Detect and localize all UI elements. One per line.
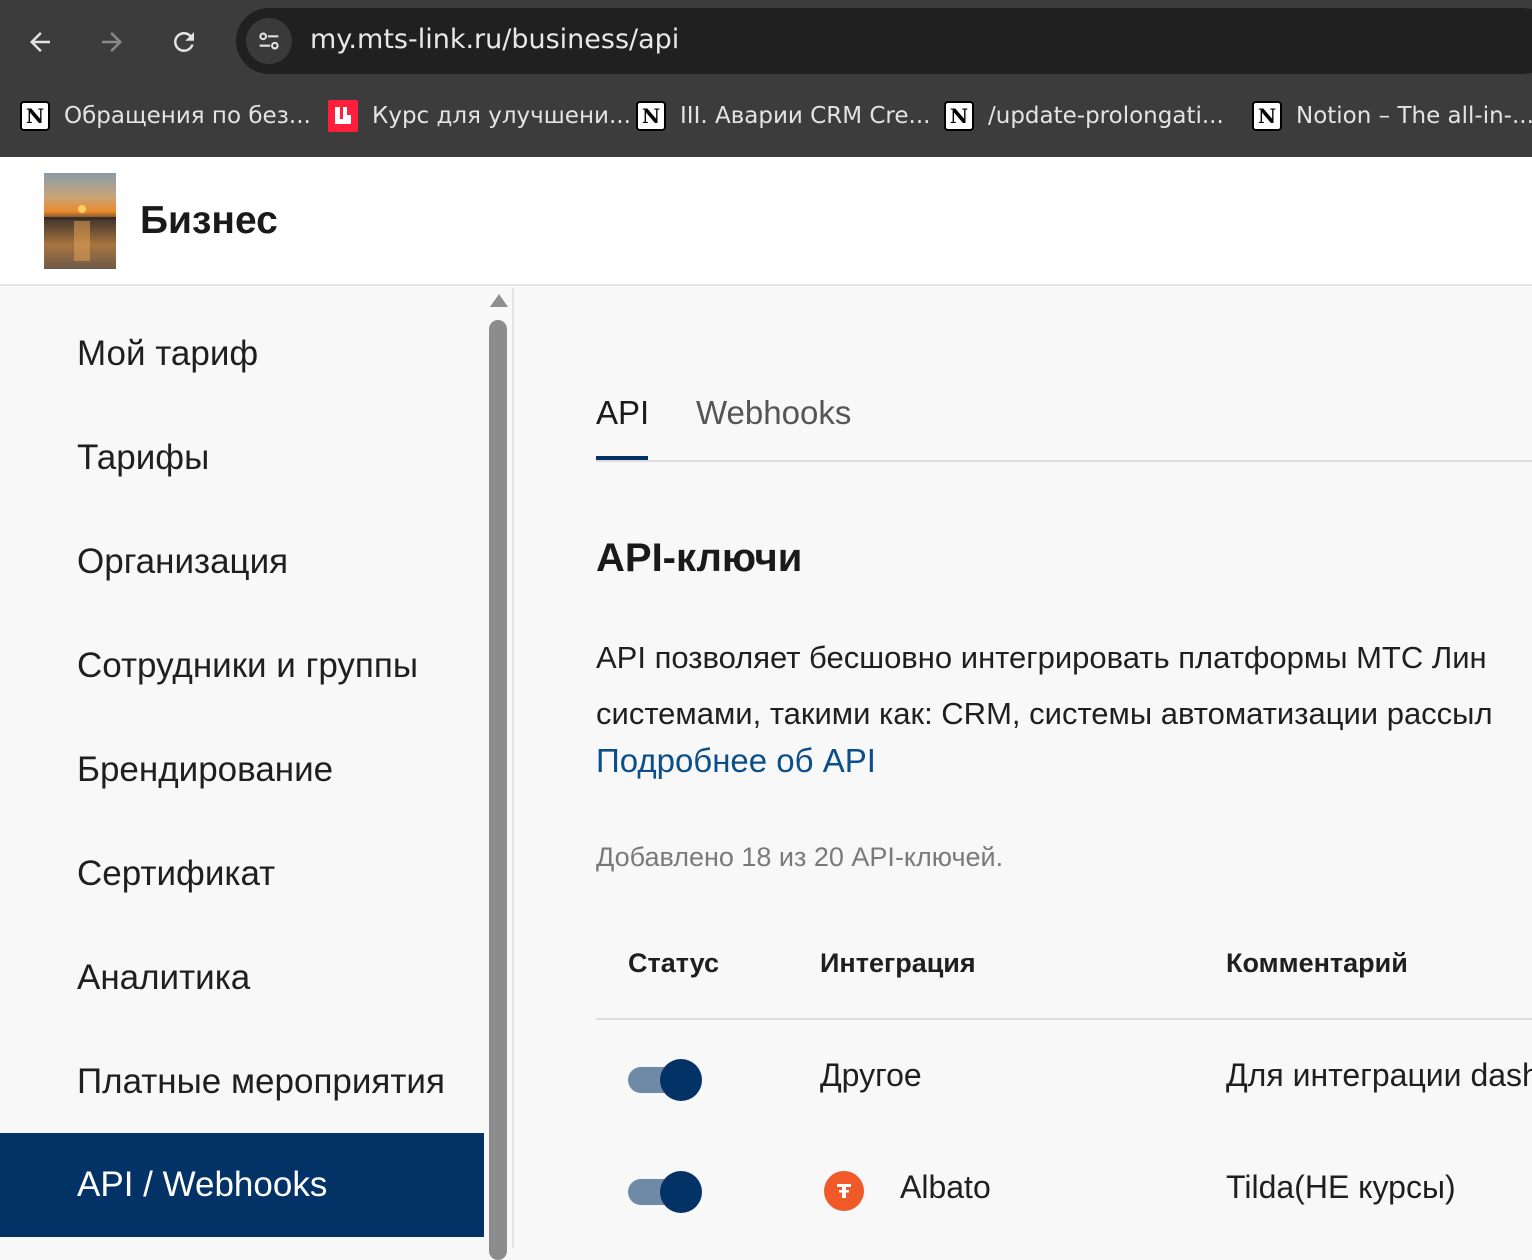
notion-icon: N (20, 101, 50, 131)
sidebar-item-paid-events[interactable]: Платные мероприятия (0, 1030, 484, 1134)
main-content: API Webhooks API-ключи API позволяет бес… (516, 288, 1532, 1248)
sidebar-item-organization[interactable]: Организация (0, 510, 484, 614)
bookmark-item[interactable]: N III. Аварии CRM Cre... (636, 98, 930, 134)
comment-text: Tilda(НЕ курсы) (1226, 1169, 1456, 1205)
address-bar[interactable]: my.mts-link.ru/business/api (236, 8, 1532, 74)
column-header-comment: Комментарий (1226, 948, 1408, 978)
bookmark-item[interactable]: N Обращения по без... (20, 98, 311, 134)
description-line: API позволяет бесшовно интегрировать пла… (596, 640, 1487, 675)
bookmark-item[interactable]: N /update-prolongati... (944, 98, 1224, 134)
status-toggle[interactable] (628, 1171, 702, 1213)
sidebar: Мой тариф Тарифы Организация Сотрудники … (0, 288, 514, 1260)
bookmark-item[interactable]: N Notion – The all-in-... (1252, 98, 1532, 134)
sidebar-item-my-plan[interactable]: Мой тариф (0, 302, 484, 406)
notion-icon: N (944, 101, 974, 131)
bookmark-label: Notion – The all-in-... (1296, 103, 1532, 129)
forward-button[interactable] (90, 20, 134, 64)
api-keys-count: Добавлено 18 из 20 API-ключей. (596, 842, 1004, 872)
notion-icon: N (1252, 101, 1282, 131)
tabs: API Webhooks (596, 388, 1532, 462)
back-button[interactable] (18, 20, 62, 64)
scrollbar-thumb[interactable] (489, 320, 507, 1260)
column-header-status: Статус (628, 948, 719, 978)
sidebar-item-branding[interactable]: Брендирование (0, 718, 484, 822)
tab-webhooks[interactable]: Webhooks (696, 394, 851, 432)
integration-name: Albato (900, 1169, 991, 1205)
bookmark-item[interactable]: Курс для улучшени... (328, 98, 631, 134)
red-l-icon (328, 100, 358, 132)
status-toggle[interactable] (628, 1059, 702, 1101)
comment-text: Для интеграции dash (1226, 1057, 1532, 1093)
toggle-knob (660, 1059, 702, 1101)
active-tab-indicator (596, 456, 648, 460)
tune-icon (259, 32, 279, 50)
sidebar-scrollbar[interactable] (489, 288, 509, 1260)
table-row[interactable]: Другое Для интеграции dash (596, 1021, 1532, 1133)
bookmark-label: III. Аварии CRM Cre... (680, 103, 931, 129)
browser-toolbar: my.mts-link.ru/business/api (0, 0, 1532, 80)
integration-name: Другое (820, 1057, 922, 1093)
bookmarks-bar: N Обращения по без... Курс для улучшени.… (0, 90, 1532, 142)
bookmark-label: Обращения по без... (64, 103, 311, 129)
table-header: Статус Интеграция Комментарий (596, 928, 1532, 1020)
bookmark-label: /update-prolongati... (988, 103, 1224, 129)
description-line: системами, такими как: CRM, системы авто… (596, 696, 1493, 731)
scroll-up-arrow-icon[interactable] (490, 294, 508, 307)
notion-icon: N (636, 101, 666, 131)
reload-button[interactable] (162, 20, 206, 64)
arrow-left-icon (30, 32, 50, 52)
arrow-right-icon (102, 32, 122, 52)
table-row[interactable]: Albato Tilda(НЕ курсы) (596, 1133, 1532, 1245)
column-header-integration: Интеграция (820, 948, 976, 978)
app-header: Бизнес (0, 157, 1532, 286)
sunset-image-icon (44, 173, 116, 269)
organization-avatar[interactable] (44, 173, 116, 269)
api-docs-link[interactable]: Подробнее об API (596, 742, 876, 780)
sidebar-item-certificate[interactable]: Сертификат (0, 822, 484, 926)
reload-icon (173, 31, 194, 52)
toggle-knob (660, 1171, 702, 1213)
sidebar-item-employees-groups[interactable]: Сотрудники и группы (0, 614, 484, 718)
site-info-button[interactable] (246, 18, 292, 64)
sidebar-item-api-webhooks[interactable]: API / Webhooks (0, 1133, 484, 1237)
url-text[interactable]: my.mts-link.ru/business/api (310, 24, 679, 55)
albato-icon (824, 1171, 864, 1211)
tab-api[interactable]: API (596, 394, 649, 432)
sidebar-item-plans[interactable]: Тарифы (0, 406, 484, 510)
sidebar-item-analytics[interactable]: Аналитика (0, 926, 484, 1030)
browser-chrome: my.mts-link.ru/business/api N Обращения … (0, 0, 1532, 157)
section-title: API-ключи (596, 536, 803, 580)
bookmark-label: Курс для улучшени... (372, 103, 631, 129)
api-description: API позволяет бесшовно интегрировать пла… (596, 630, 1532, 742)
page-title: Бизнес (140, 199, 278, 242)
